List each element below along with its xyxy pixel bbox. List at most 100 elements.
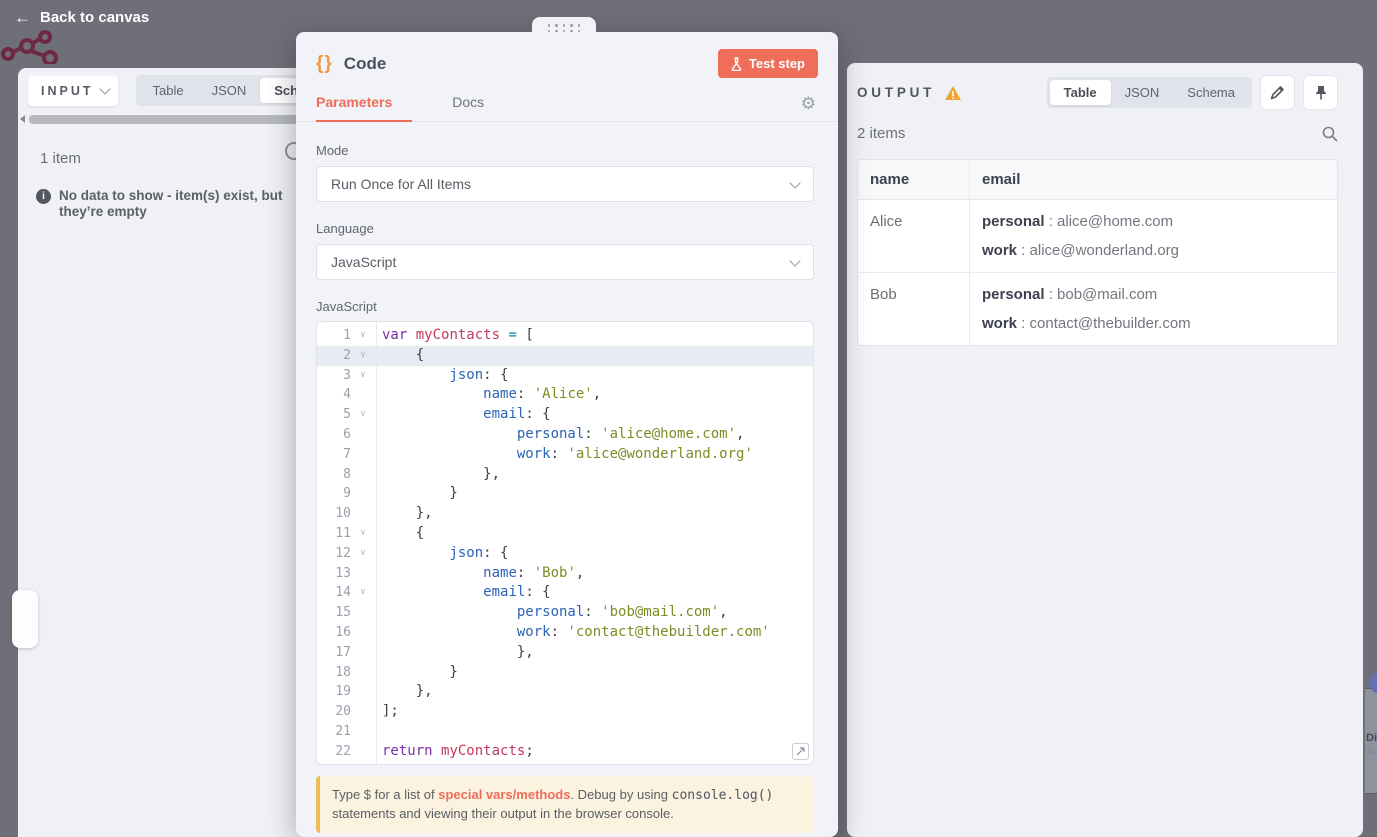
line-number: 20 [335,704,351,720]
cell-name: Bob [858,273,970,345]
line-number: 7 [343,446,351,462]
scrollbar-thumb[interactable] [29,114,311,124]
fold-chevron-icon[interactable]: ∨ [351,524,375,544]
panel-collapse-handle[interactable] [12,590,38,648]
code-line[interactable]: 15 personal: 'bob@mail.com', [317,603,813,623]
code-line[interactable]: 1 ∨ var myContacts = [ [317,326,813,346]
code-line[interactable]: 5 ∨ email: { [317,405,813,425]
cell-email: personal : alice@home.com work : alice@wo… [970,200,1337,272]
code-line[interactable]: 20]; [317,702,813,722]
tab-json[interactable]: JSON [1111,80,1174,105]
line-number: 19 [335,684,351,700]
code-line[interactable]: 13 name: 'Bob', [317,564,813,584]
fold-gutter [351,742,375,762]
code-line[interactable]: 14 ∨ email: { [317,583,813,603]
gutter-divider [376,322,377,764]
special-vars-link[interactable]: special vars/methods [438,787,570,802]
dimmed-canvas-node: Dis dLega [1363,660,1377,837]
fold-gutter [351,504,375,524]
pin-data-button[interactable] [1303,75,1338,110]
line-number: 3 [343,367,351,383]
code-line[interactable]: 21 [317,722,813,742]
line-number: 21 [335,723,351,739]
code-text: work: 'alice@wonderland.org' [516,445,753,462]
fold-gutter [351,484,375,504]
table-row: Alice personal : alice@home.com work : ali… [858,200,1337,272]
mode-select[interactable]: Run Once for All Items [316,166,814,202]
modal-drag-handle[interactable] [532,17,596,54]
scroll-left-arrow-icon [20,115,25,123]
language-select[interactable]: JavaScript [316,244,814,280]
code-line[interactable]: 16 work: 'contact@thebuilder.com' [317,623,813,643]
modal-tab-docs[interactable]: Docs [452,94,484,121]
fold-gutter [351,385,375,405]
fold-gutter [351,682,375,702]
code-line[interactable]: 22 return myContacts; [317,742,813,762]
code-line[interactable]: 7 work: 'alice@wonderland.org' [317,445,813,465]
mode-value: Run Once for All Items [331,176,472,192]
tab-schema[interactable]: Schema [1173,80,1249,105]
modal-tab-parameters[interactable]: Parameters [316,94,413,122]
code-line[interactable]: 18 } [317,663,813,683]
code-text: personal: 'bob@mail.com', [516,604,728,621]
fold-chevron-icon[interactable]: ∨ [351,366,375,386]
fold-gutter [351,603,375,623]
email-entry: work : alice@wonderland.org [982,242,1179,259]
code-line[interactable]: 12 ∨ json: { [317,544,813,564]
tab-table[interactable]: Table [1049,80,1111,105]
code-text: work: 'contact@thebuilder.com' [516,623,770,640]
cell-email: personal : bob@mail.com work : contact@th… [970,273,1337,345]
fold-chevron-icon[interactable]: ∨ [351,326,375,346]
email-entry: personal : alice@home.com [982,213,1174,230]
hint-text: statements and viewing their output in t… [332,806,674,822]
search-icon[interactable] [1322,126,1338,142]
test-step-button[interactable]: Test step [717,49,818,78]
code-line[interactable]: 6 personal: 'alice@home.com', [317,425,813,445]
code-text: { [382,524,425,541]
pencil-icon [1270,86,1284,100]
table-row: Bob personal : bob@mail.com work : contact… [858,272,1337,345]
hint-code-snippet: console.log() [671,788,774,803]
tab-json[interactable]: JSON [198,78,261,103]
fold-chevron-icon[interactable]: ∨ [351,583,375,603]
fold-gutter [351,425,375,445]
fold-gutter [351,663,375,683]
info-icon: i [36,189,51,204]
code-line[interactable]: 4 name: 'Alice', [317,385,813,405]
editor-hint-callout: Type $ for a list of special vars/method… [316,776,814,834]
output-items-count: 2 items [857,125,906,142]
node-title: Code [343,53,387,73]
code-text: ]; [382,703,399,720]
line-number: 9 [343,486,351,502]
code-line[interactable]: 2 ∨ { [317,345,813,366]
fold-chevron-icon[interactable]: ∨ [351,544,375,564]
code-line[interactable]: 17 }, [317,643,813,663]
fold-gutter [351,564,375,584]
code-line[interactable]: 10 }, [317,504,813,524]
gear-icon[interactable]: ⚙ [801,94,816,114]
fold-chevron-icon[interactable]: ∨ [351,405,375,425]
code-editor[interactable]: 1 ∨ var myContacts = [2 ∨ {3 ∨ json: {4 name… [316,321,814,765]
cell-name: Alice [858,200,970,272]
line-number: 13 [335,565,351,581]
warning-icon [945,85,962,100]
line-number: 5 [343,407,351,423]
line-number: 15 [335,605,351,621]
back-to-canvas-button[interactable]: ← Back to canvas [14,9,149,26]
code-line[interactable]: 9 } [317,484,813,504]
code-editor-lines: 1 ∨ var myContacts = [2 ∨ {3 ∨ json: {4 name… [317,326,813,762]
fold-chevron-icon[interactable]: ∨ [351,346,375,366]
edit-output-button[interactable] [1260,75,1295,110]
line-number: 16 [335,624,351,640]
code-line[interactable]: 3 ∨ json: { [317,366,813,386]
code-line[interactable]: 19 }, [317,682,813,702]
test-step-label: Test step [748,56,805,71]
tab-table[interactable]: Table [139,78,198,103]
editor-resize-handle[interactable] [792,743,809,760]
code-line[interactable]: 8 }, [317,465,813,485]
resize-icon [796,747,805,756]
node-label-line2: dLega [1365,746,1377,756]
input-source-dropdown[interactable]: INPUT [28,75,118,106]
code-line[interactable]: 11 ∨ { [317,524,813,544]
mode-label: Mode [316,143,349,158]
